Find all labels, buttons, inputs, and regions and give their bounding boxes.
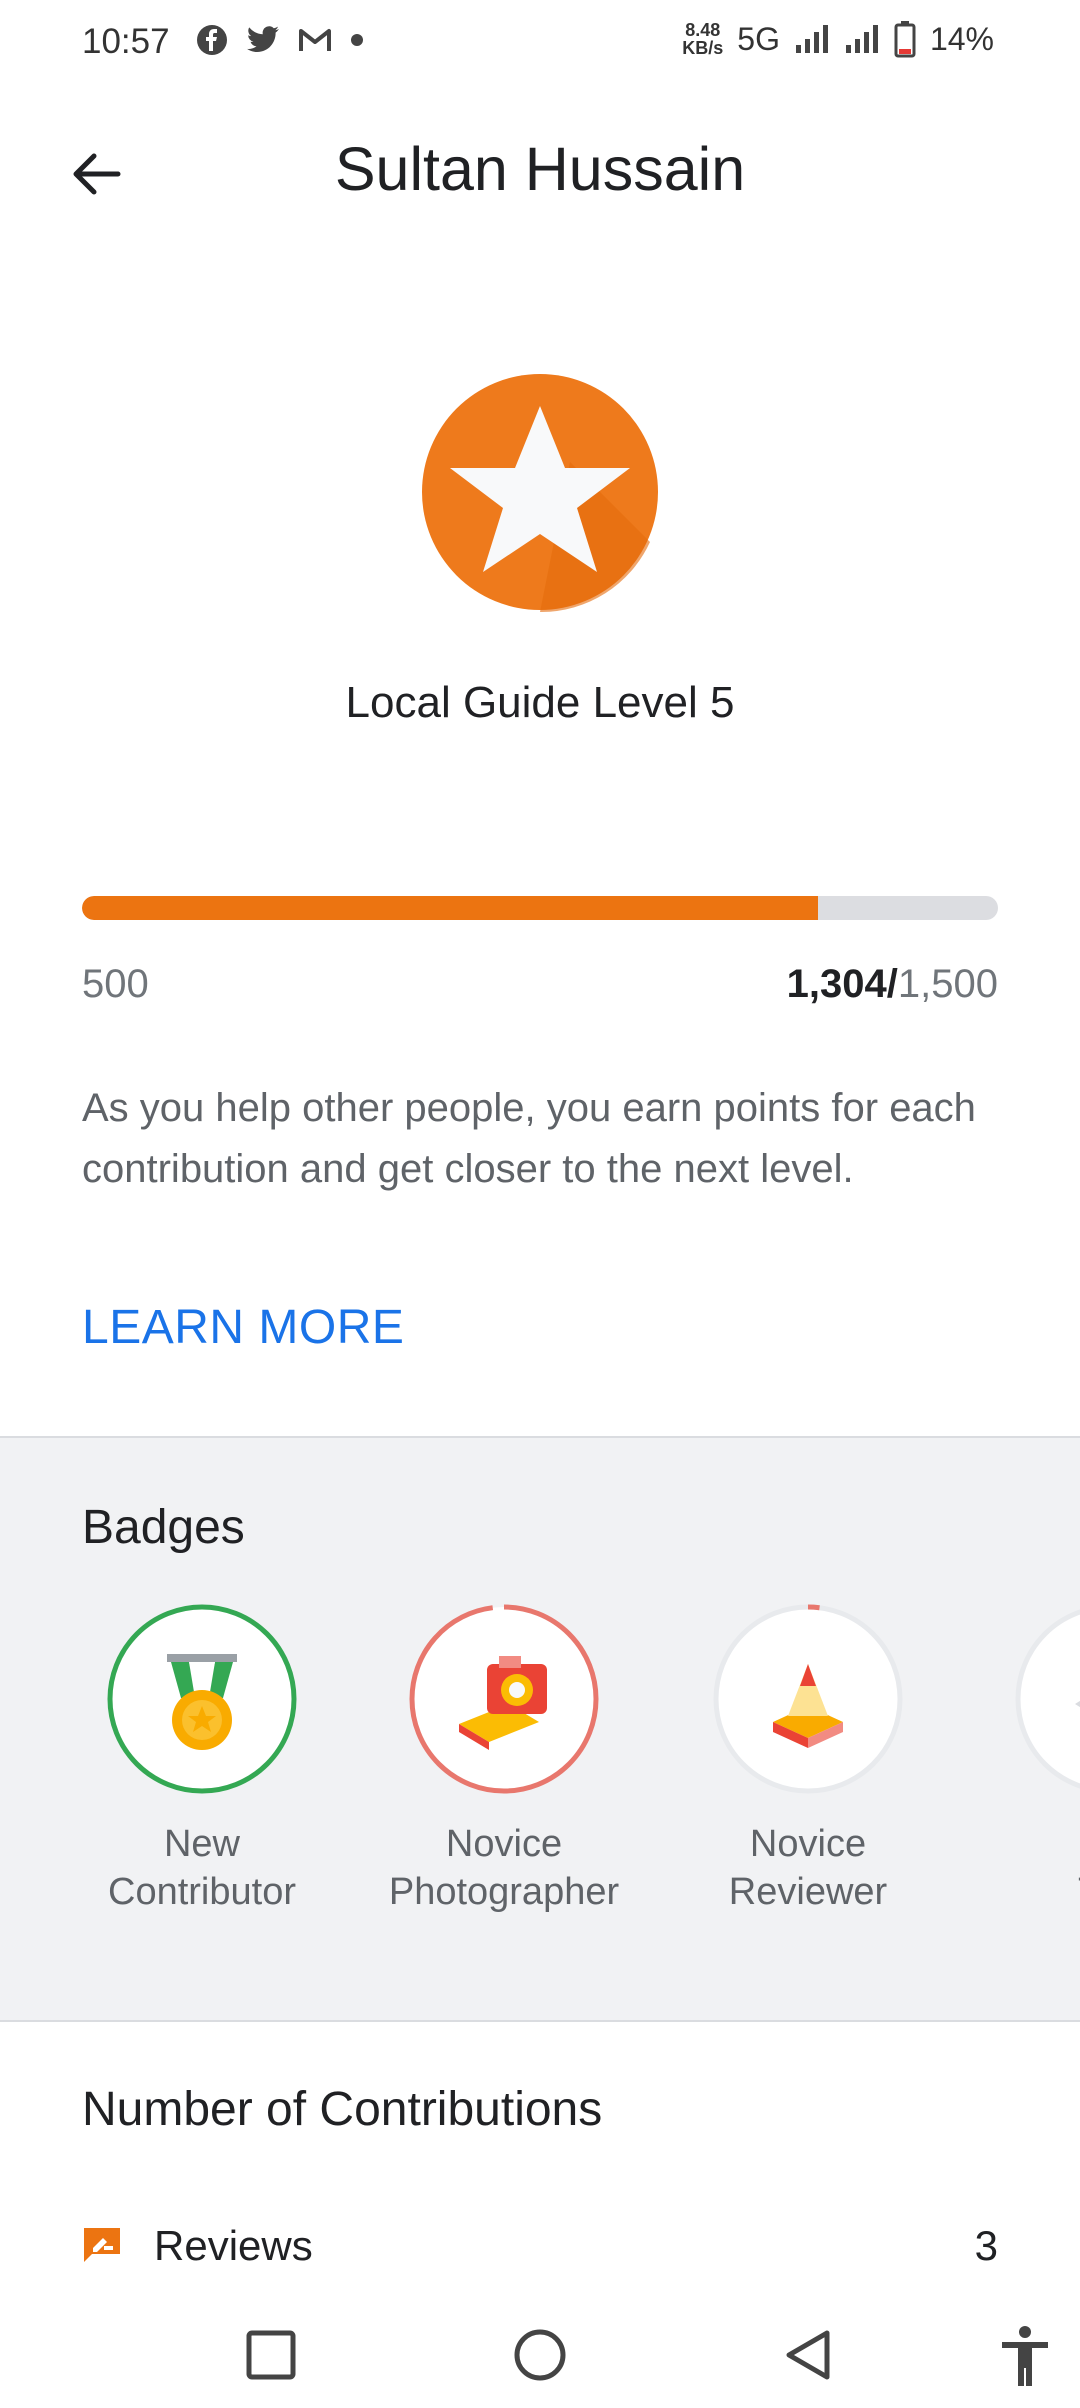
pencil-icon: [713, 1604, 903, 1794]
badge-ring: [107, 1604, 297, 1794]
points-progress-bar: [82, 896, 998, 920]
badge-novice-photographer[interactable]: Novice Photographer: [354, 1604, 654, 1916]
signal-icon: [795, 25, 828, 53]
battery-icon: [894, 21, 916, 58]
dot-icon: [351, 34, 363, 46]
network-speed: 8.48 KB/s: [682, 20, 724, 58]
medal-icon: [107, 1604, 297, 1794]
page-title: Sultan Hussain: [334, 135, 746, 203]
badge-label: New Contributor: [108, 1823, 296, 1913]
badge-ring: [1015, 1604, 1080, 1794]
contributions-title: Number of Contributions: [82, 2083, 603, 2136]
home-circle-icon[interactable]: [505, 2320, 575, 2390]
gmail-icon: [299, 29, 331, 51]
top-app-bar: Sultan Hussain: [0, 110, 1080, 230]
status-right: 8.48 KB/s 5G 14%: [682, 20, 994, 58]
system-nav-bar: [0, 2300, 1080, 2408]
reviews-row[interactable]: Reviews 3: [82, 2220, 998, 2284]
badge-partial[interactable]: U Trai: [960, 1604, 1080, 1916]
twitter-icon: [247, 26, 279, 52]
badge-novice-reviewer[interactable]: Novice Reviewer: [658, 1604, 958, 1916]
reviews-count: 3: [974, 2222, 998, 2269]
current-points: 1,304/: [786, 962, 898, 1006]
badge-label: Novice Reviewer: [728, 1823, 888, 1913]
points-progress-fill: [82, 896, 819, 920]
badge-new-contributor[interactable]: New Contributor: [52, 1604, 352, 1916]
progress-points: 1,304/1,500: [787, 962, 998, 1007]
badge-label: U Trai: [960, 1820, 1080, 1916]
camera-icon: [409, 1604, 599, 1794]
notification-icons: [196, 24, 364, 56]
network-type: 5G: [737, 20, 780, 57]
badge-ring: [713, 1604, 903, 1794]
status-bar: 10:57 8.48 KB/s 5G 14%: [0, 0, 1080, 90]
status-time: 10:57: [82, 22, 170, 61]
level-title: Local Guide Level 5: [345, 678, 735, 727]
back-triangle-icon[interactable]: [775, 2320, 845, 2390]
badge-label: Novice Photographer: [388, 1823, 620, 1913]
signal-icon: [845, 25, 878, 53]
next-level-points: 1,500: [897, 962, 998, 1006]
accessibility-icon[interactable]: [990, 2320, 1060, 2390]
learn-more-link[interactable]: LEARN MORE: [82, 1300, 404, 1355]
facebook-icon: [197, 25, 227, 55]
battery-percent: 14%: [929, 20, 994, 57]
badges-title: Badges: [82, 1501, 245, 1554]
local-guide-star-icon: [422, 374, 658, 612]
badges-section: Badges New Contributor Novice Photograph…: [0, 1436, 1080, 2022]
reviews-label: Reviews: [154, 2222, 313, 2269]
badge-icon: [1015, 1604, 1080, 1794]
badge-ring: [409, 1604, 599, 1794]
level-description: As you help other people, you earn point…: [82, 1086, 976, 1191]
review-icon: [84, 2228, 120, 2262]
progress-min-label: 500: [82, 962, 149, 1006]
recents-square-icon[interactable]: [236, 2320, 306, 2390]
